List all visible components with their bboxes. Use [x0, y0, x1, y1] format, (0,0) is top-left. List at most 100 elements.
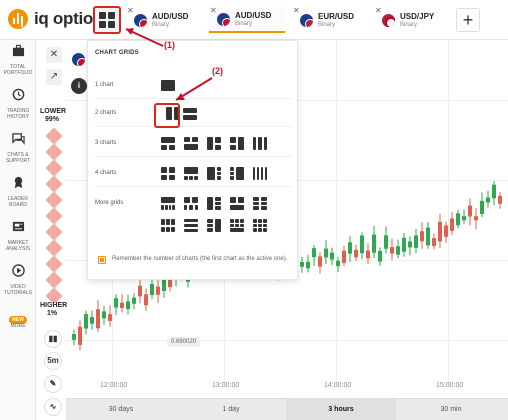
row-label: 3 charts — [95, 140, 117, 146]
range-30-days[interactable]: 30 days — [66, 399, 176, 420]
higher-indicator: HIGHER 1% — [40, 302, 67, 318]
layout-more-b-option[interactable] — [184, 197, 198, 211]
sidebar-item-label: MARKET ANALYSIS — [5, 240, 31, 252]
tab-pair: AUD/USD — [235, 10, 272, 20]
row-label: 2 charts — [95, 110, 117, 116]
layout-more-h-option[interactable] — [207, 219, 221, 233]
candle-body — [96, 309, 100, 329]
candle-body — [150, 283, 154, 296]
remember-checkbox[interactable] — [98, 256, 106, 264]
layout-more-a-option[interactable] — [161, 197, 175, 211]
candle-body — [84, 314, 88, 329]
layout-more-f-option[interactable] — [161, 219, 175, 233]
chart-grids-panel: CHART GRIDS 1 chart 2 charts 3 charts 4 … — [87, 40, 298, 280]
asset-tab-1[interactable]: ✕ AUD/USD Binary — [126, 6, 202, 33]
time-label: 15:00:00 — [436, 382, 464, 389]
asset-tab-3[interactable]: ✕ EUR/USD Binary — [292, 6, 368, 33]
layout-3a-option[interactable] — [161, 137, 175, 151]
indicators-icon[interactable]: ∿ — [44, 398, 62, 416]
close-panel-button[interactable]: ✕ — [46, 47, 62, 63]
layout-more-d-option[interactable] — [230, 197, 244, 211]
candle-body — [120, 302, 124, 309]
logo-icon — [8, 9, 28, 29]
layout-more-g-option[interactable] — [184, 219, 198, 233]
candle-body — [438, 221, 442, 242]
grid-row-1-chart: 1 chart — [95, 73, 293, 99]
callout-2: (2) — [212, 66, 223, 76]
candle-body — [444, 225, 448, 237]
candle-body — [132, 297, 136, 304]
candle-body — [300, 261, 304, 267]
candle-body — [372, 234, 376, 253]
tab-pair: AUD/USD — [152, 11, 189, 21]
candle-body — [354, 249, 358, 258]
sentiment-bar — [44, 128, 64, 303]
layout-3b-option[interactable] — [184, 137, 198, 151]
asset-tab-4[interactable]: ✕ USD/JPY Binary — [374, 6, 450, 33]
sidebar-item-more[interactable]: NEW MORE — [0, 308, 36, 329]
range-3-hours[interactable]: 3 hours — [286, 399, 396, 420]
remember-option[interactable]: Remember the number of charts (the first… — [98, 255, 293, 264]
close-icon[interactable]: ✕ — [210, 6, 217, 15]
candle-body — [72, 334, 76, 340]
candle-body — [318, 256, 322, 267]
close-icon[interactable]: ✕ — [375, 6, 382, 15]
close-icon[interactable]: ✕ — [293, 6, 300, 15]
briefcase-icon — [12, 44, 24, 57]
asset-tab-2[interactable]: ✕ AUD/USD Binary — [209, 6, 285, 33]
range-1-day[interactable]: 1 day — [176, 399, 286, 420]
sidebar-item-leaderboard[interactable]: LEADER BOARD — [0, 176, 36, 208]
candle-body — [126, 301, 130, 310]
sidebar-item-market[interactable]: MARKET ANALYSIS — [0, 220, 36, 252]
layout-3e-option[interactable] — [253, 137, 267, 151]
sidebar-item-label: TRADING HISTORY — [6, 108, 30, 120]
candle-body — [108, 314, 112, 321]
flag-icon — [134, 13, 147, 27]
layout-4c-option[interactable] — [207, 167, 221, 181]
layout-2-horizontal-option[interactable] — [183, 107, 197, 121]
layout-4a-option[interactable] — [161, 167, 175, 181]
row-label: More grids — [95, 200, 124, 206]
candle-body — [420, 231, 424, 242]
layout-more-i-option[interactable] — [230, 219, 244, 233]
candle-body — [480, 200, 484, 214]
range-30-min[interactable]: 30 min — [396, 399, 506, 420]
candle-time-button[interactable]: 5m — [44, 352, 62, 370]
candle-body — [342, 250, 346, 263]
tab-pair: USD/JPY — [400, 11, 435, 21]
layout-3d-option[interactable] — [230, 137, 244, 151]
draw-tool-button[interactable]: ↗ — [46, 69, 62, 85]
candle-body — [306, 261, 310, 269]
sidebar-item-history[interactable]: TRADING HISTORY — [0, 88, 36, 120]
layout-more-c-option[interactable] — [207, 197, 221, 211]
tab-type: Binary — [318, 21, 336, 28]
grid-row-4-charts: 4 charts — [95, 161, 293, 187]
candle-body — [462, 216, 466, 221]
layout-4d-option[interactable] — [230, 167, 244, 181]
layout-more-e-option[interactable] — [253, 197, 267, 211]
sidebar-item-label: MORE — [10, 323, 26, 329]
close-icon[interactable]: ✕ — [127, 6, 134, 15]
sidebar: TOTAL PORTFOLIO TRADING HISTORY CHATS & … — [0, 40, 36, 420]
grid-icon — [99, 12, 106, 19]
candle-body — [144, 294, 148, 306]
layout-4b-option[interactable] — [184, 167, 198, 181]
add-tab-button[interactable]: + — [456, 8, 480, 32]
grid-row-2-charts: 2 charts — [95, 101, 293, 127]
sidebar-item-portfolio[interactable]: TOTAL PORTFOLIO — [0, 44, 36, 76]
candle-body — [336, 260, 340, 267]
pencil-icon[interactable]: ✎ — [44, 375, 62, 393]
sidebar-item-chats[interactable]: CHATS & SUPPORT — [0, 132, 36, 164]
info-icon[interactable]: i — [71, 78, 87, 94]
brand-logo[interactable]: iq option — [8, 9, 103, 29]
chart-type-button[interactable]: ▮▮ — [44, 330, 62, 348]
sidebar-item-video[interactable]: VIDEO TUTORIALS — [0, 264, 36, 296]
layout-more-j-option[interactable] — [253, 219, 267, 233]
layout-4e-option[interactable] — [253, 167, 267, 181]
sidebar-item-label: VIDEO TUTORIALS — [4, 284, 32, 296]
layout-1-option[interactable] — [161, 79, 175, 93]
chart-grid-button[interactable] — [93, 6, 121, 34]
layout-3c-option[interactable] — [207, 137, 221, 151]
asset-flag-button[interactable] — [71, 52, 87, 68]
play-icon — [11, 264, 25, 277]
